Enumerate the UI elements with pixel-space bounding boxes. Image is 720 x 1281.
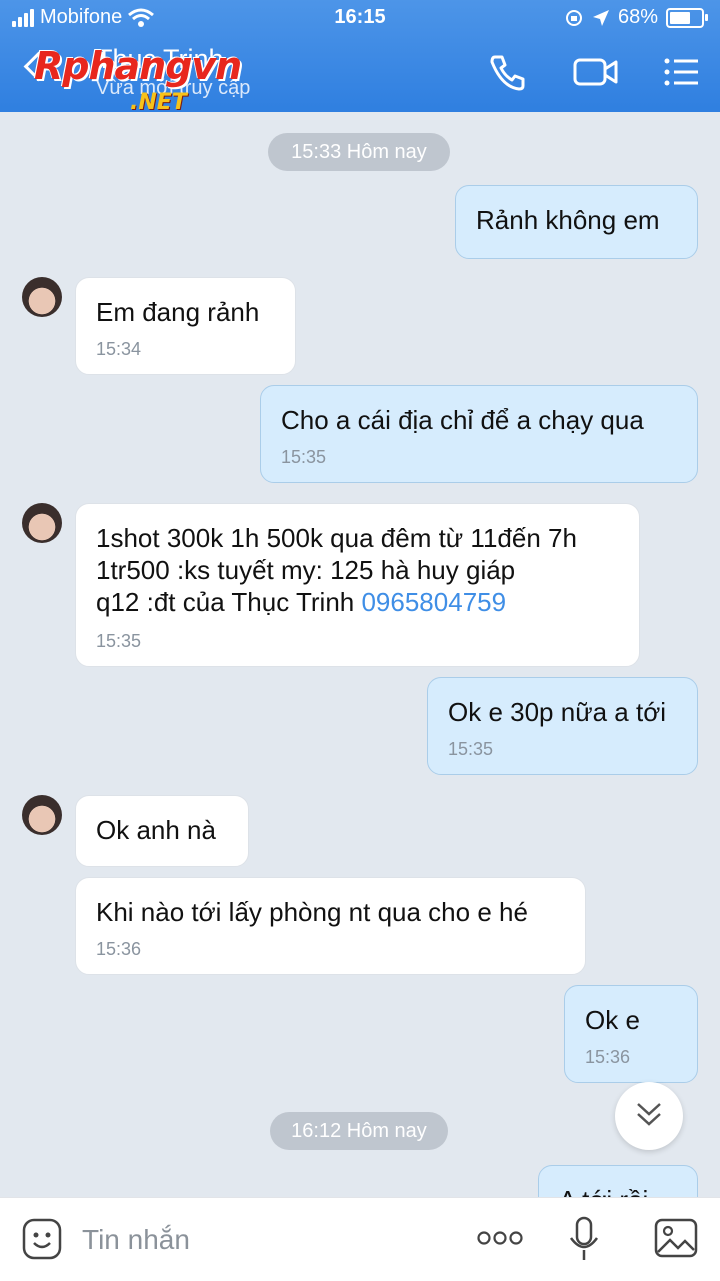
status-bar: Mobifone 16:15 68% — [0, 6, 720, 32]
message-outgoing[interactable]: Cho a cái địa chỉ để a chạy qua 15:35 — [260, 385, 698, 483]
message-incoming[interactable]: Ok anh nà — [75, 795, 249, 867]
watermark-text: Rphangvn — [34, 44, 242, 88]
message-text: Ok e — [585, 1005, 640, 1035]
image-icon[interactable] — [654, 1218, 698, 1258]
message-text: A tới rồi — [559, 1184, 677, 1197]
date-separator: 15:33 Hôm nay — [268, 133, 450, 171]
emoji-icon[interactable] — [22, 1218, 62, 1260]
message-incoming[interactable]: Em đang rảnh 15:34 — [75, 277, 296, 375]
video-call-icon[interactable] — [572, 50, 620, 94]
phone-icon[interactable] — [486, 50, 530, 94]
message-list[interactable]: 15:33 Hôm nay Rảnh không em Em đang rảnh… — [0, 112, 720, 1197]
message-time: 15:34 — [96, 339, 142, 359]
message-time: 15:36 — [96, 939, 142, 959]
avatar[interactable] — [22, 277, 62, 317]
message-incoming[interactable]: 1shot 300k 1h 500k qua đêm từ 11đến 7h 1… — [75, 503, 640, 667]
message-text: Em đang rảnh — [96, 297, 260, 327]
more-dots-icon[interactable] — [476, 1230, 524, 1246]
battery-icon — [666, 7, 708, 28]
message-text: Cho a cái địa chỉ để a chạy qua — [281, 405, 644, 435]
message-time: 15:36 — [585, 1047, 631, 1067]
phone-number-link[interactable]: 0965804759 — [361, 587, 506, 617]
message-text: Rảnh không em — [476, 205, 660, 235]
list-menu-icon[interactable] — [660, 50, 704, 94]
microphone-icon[interactable] — [568, 1216, 600, 1262]
double-chevron-down-icon — [637, 1103, 661, 1126]
rotation-lock-icon — [565, 9, 582, 26]
message-outgoing[interactable]: Rảnh không em — [455, 185, 698, 259]
message-outgoing[interactable]: A tới rồi — [538, 1165, 698, 1197]
avatar[interactable] — [22, 795, 62, 835]
battery-percent: 68% — [617, 6, 658, 28]
message-time: 15:35 — [448, 739, 494, 759]
message-incoming[interactable]: Khi nào tới lấy phòng nt qua cho e hé 15… — [75, 877, 586, 975]
message-outgoing[interactable]: Ok e 15:36 — [564, 985, 698, 1083]
chat-header: Mobifone 16:15 68% Thục Trinh Vừa mới tr… — [0, 0, 720, 115]
date-separator: 16:12 Hôm nay — [270, 1112, 448, 1150]
message-text: 1shot 300k 1h 500k qua đêm từ 11đến 7h 1… — [96, 522, 619, 618]
message-composer: Tin nhắn — [0, 1197, 720, 1281]
message-text: Khi nào tới lấy phòng nt qua cho e hé — [96, 897, 528, 927]
location-icon — [592, 9, 609, 26]
watermark-logo: Rphangvn .NET — [34, 44, 242, 115]
message-time: 15:35 — [96, 631, 142, 651]
scroll-to-bottom-button[interactable] — [615, 1082, 683, 1150]
message-outgoing[interactable]: Ok e 30p nữa a tới 15:35 — [427, 677, 698, 775]
message-text: Ok anh nà — [96, 815, 216, 845]
message-input[interactable]: Tin nhắn — [82, 1224, 190, 1256]
message-text: Ok e 30p nữa a tới — [448, 697, 667, 727]
message-time: 15:35 — [281, 447, 327, 467]
avatar[interactable] — [22, 503, 62, 543]
